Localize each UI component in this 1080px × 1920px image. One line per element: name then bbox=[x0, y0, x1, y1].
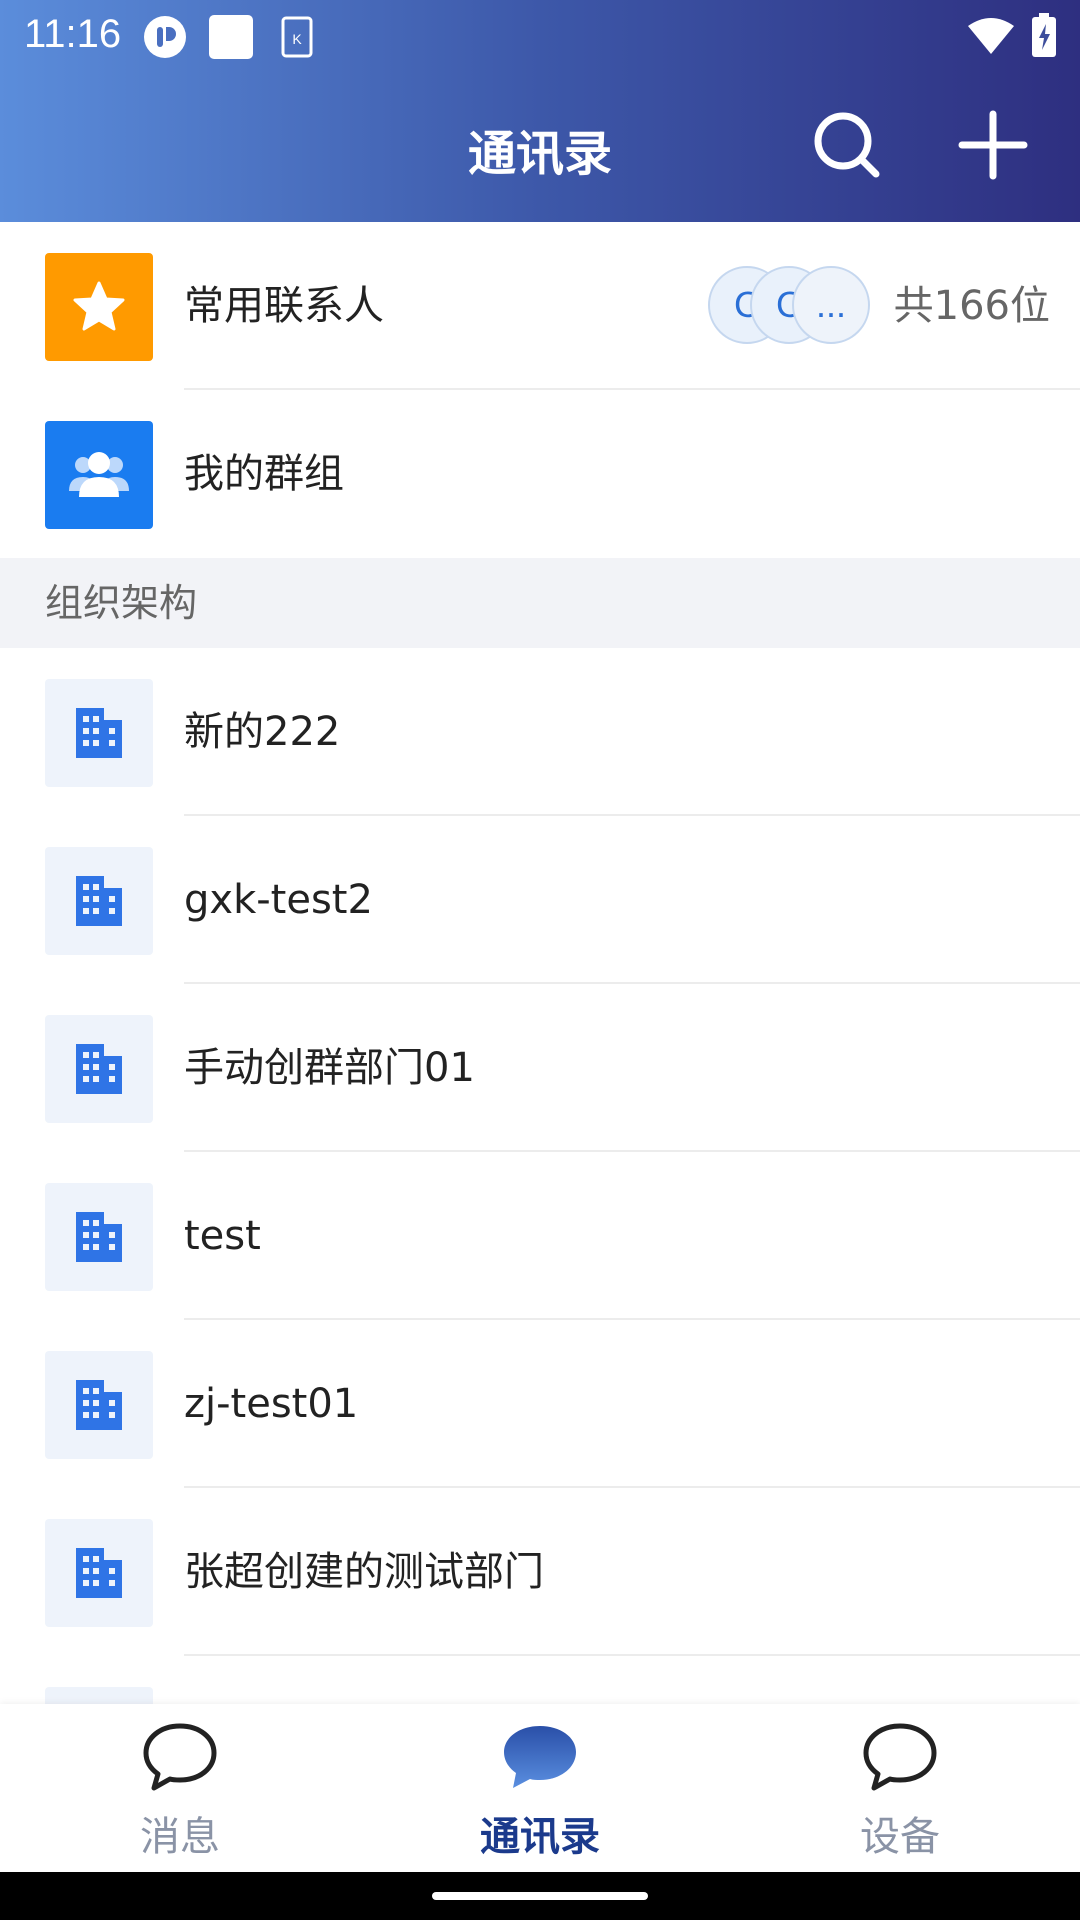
search-icon[interactable] bbox=[812, 110, 882, 180]
app-notification-icon bbox=[144, 16, 186, 58]
home-gesture-handle[interactable] bbox=[432, 1892, 648, 1900]
wifi-icon bbox=[968, 18, 1014, 54]
contacts-count: 共166位 bbox=[893, 283, 1050, 329]
building-icon bbox=[45, 1351, 153, 1459]
department-row[interactable]: 手动创群部门01 bbox=[0, 984, 1080, 1152]
department-row[interactable]: 新的222 bbox=[0, 648, 1080, 816]
department-name: gxk-test2 bbox=[184, 877, 373, 923]
status-time: 11:16 bbox=[24, 12, 122, 56]
tab-messages[interactable]: 消息 bbox=[30, 1704, 330, 1872]
battery-icon bbox=[1032, 13, 1056, 57]
my-groups-label: 我的群组 bbox=[184, 451, 344, 497]
group-icon bbox=[45, 421, 153, 529]
department-row[interactable]: zj-test01 bbox=[0, 1320, 1080, 1488]
frequent-contacts-label: 常用联系人 bbox=[184, 283, 384, 329]
department-row[interactable]: gxk-test2 bbox=[0, 816, 1080, 984]
department-name: 新的222 bbox=[184, 709, 341, 755]
department-row[interactable]: 张超创建的测试部门 bbox=[0, 1488, 1080, 1656]
status-bar: 11:16 K bbox=[0, 0, 1080, 80]
building-icon bbox=[45, 679, 153, 787]
building-icon bbox=[45, 1183, 153, 1291]
square-notification-icon bbox=[209, 15, 253, 59]
system-navigation-bar bbox=[0, 1872, 1080, 1920]
chat-bubble-icon bbox=[863, 1723, 937, 1791]
tab-label: 设备 bbox=[860, 1814, 940, 1860]
org-structure-section: 组织架构 bbox=[0, 558, 1080, 648]
building-icon bbox=[45, 1015, 153, 1123]
tab-label: 消息 bbox=[140, 1814, 220, 1860]
section-title: 组织架构 bbox=[45, 581, 198, 625]
star-icon bbox=[45, 253, 153, 361]
building-icon bbox=[45, 847, 153, 955]
my-groups-row[interactable]: 我的群组 bbox=[0, 390, 1080, 558]
page-title: 通讯录 bbox=[467, 126, 612, 182]
department-name: 手动创群部门01 bbox=[184, 1045, 475, 1091]
bottom-tab-bar: 消息 通讯录 设备 bbox=[0, 1704, 1080, 1872]
chat-bubble-filled-icon bbox=[504, 1726, 576, 1788]
svg-text:K: K bbox=[292, 31, 302, 47]
department-name: zj-test01 bbox=[184, 1381, 359, 1427]
app-header: 11:16 K 通讯录 bbox=[0, 0, 1080, 222]
chat-bubble-icon bbox=[143, 1723, 217, 1791]
building-icon bbox=[45, 1519, 153, 1627]
department-name: 张超创建的测试部门 bbox=[184, 1549, 544, 1595]
card-notification-icon: K bbox=[281, 16, 313, 58]
add-icon[interactable] bbox=[958, 110, 1028, 180]
department-row[interactable]: test bbox=[0, 1152, 1080, 1320]
tab-contacts[interactable]: 通讯录 bbox=[390, 1704, 690, 1872]
tab-label: 通讯录 bbox=[480, 1814, 600, 1860]
tab-devices[interactable]: 设备 bbox=[750, 1704, 1050, 1872]
avatar: ... bbox=[792, 266, 870, 344]
contact-avatars: C C ... bbox=[708, 266, 878, 346]
department-name: test bbox=[184, 1213, 261, 1259]
